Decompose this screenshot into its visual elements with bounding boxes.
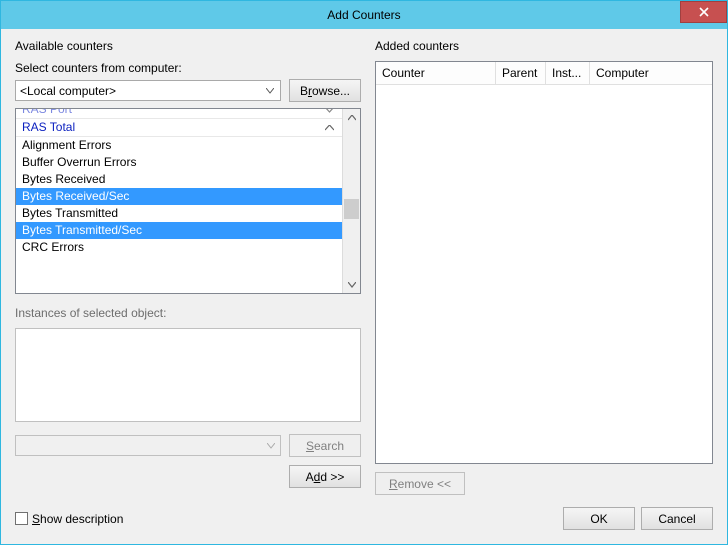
show-description-checkbox[interactable]: Show description bbox=[15, 512, 123, 526]
window-title: Add Counters bbox=[327, 8, 400, 22]
counter-item-selected[interactable]: Bytes Received/Sec bbox=[16, 188, 342, 205]
computer-combo[interactable]: <Local computer> bbox=[15, 80, 281, 101]
select-computer-label: Select counters from computer: bbox=[15, 61, 361, 75]
cancel-button[interactable]: Cancel bbox=[641, 507, 713, 530]
counter-group-ras-port[interactable]: RAS Port bbox=[16, 109, 342, 119]
instances-listbox[interactable] bbox=[15, 328, 361, 422]
chevron-down-icon bbox=[263, 83, 278, 98]
counter-item[interactable]: Bytes Received bbox=[16, 171, 342, 188]
added-counters-empty-area bbox=[376, 85, 712, 463]
column-headers: Counter Parent Inst... Computer bbox=[376, 62, 712, 85]
counter-category-listbox[interactable]: RAS Port RAS Total Alignment Errors bbox=[15, 108, 361, 294]
counter-item-selected[interactable]: Bytes Transmitted/Sec bbox=[16, 222, 342, 239]
col-header-instance[interactable]: Inst... bbox=[546, 62, 590, 84]
col-header-computer[interactable]: Computer bbox=[590, 62, 712, 84]
scroll-up-button[interactable] bbox=[343, 109, 360, 126]
search-button: Search bbox=[289, 434, 361, 457]
close-button[interactable] bbox=[680, 1, 727, 23]
chevron-down-icon bbox=[325, 109, 336, 113]
chevron-up-icon bbox=[325, 125, 336, 131]
show-description-label: Show description bbox=[32, 512, 123, 526]
computer-combo-text: <Local computer> bbox=[20, 84, 116, 98]
chevron-down-icon bbox=[263, 438, 278, 453]
counter-item[interactable]: Alignment Errors bbox=[16, 137, 342, 154]
instance-search-combo bbox=[15, 435, 281, 456]
add-counters-window: Add Counters Available counters Select c… bbox=[0, 0, 728, 545]
counter-item[interactable]: Bytes Transmitted bbox=[16, 205, 342, 222]
browse-button[interactable]: Browse... bbox=[289, 79, 361, 102]
titlebar: Add Counters bbox=[1, 1, 727, 29]
col-header-counter[interactable]: Counter bbox=[376, 62, 496, 84]
instances-label: Instances of selected object: bbox=[15, 306, 361, 320]
scrollbar[interactable] bbox=[342, 109, 360, 293]
ok-button[interactable]: OK bbox=[563, 507, 635, 530]
counter-group-ras-total[interactable]: RAS Total bbox=[16, 119, 342, 137]
available-counters-panel: Available counters Select counters from … bbox=[15, 39, 361, 495]
available-counters-label: Available counters bbox=[15, 39, 361, 53]
checkbox-box bbox=[15, 512, 28, 525]
added-counters-panel: Added counters Counter Parent Inst... Co… bbox=[375, 39, 713, 495]
remove-button: Remove << bbox=[375, 472, 465, 495]
scrollbar-thumb[interactable] bbox=[344, 199, 359, 219]
counter-item[interactable]: Buffer Overrun Errors bbox=[16, 154, 342, 171]
counter-item[interactable]: CRC Errors bbox=[16, 239, 342, 256]
added-counters-listview[interactable]: Counter Parent Inst... Computer bbox=[375, 61, 713, 464]
col-header-parent[interactable]: Parent bbox=[496, 62, 546, 84]
scroll-down-button[interactable] bbox=[343, 276, 360, 293]
close-icon bbox=[699, 7, 709, 17]
added-counters-label: Added counters bbox=[375, 39, 713, 53]
add-button[interactable]: Add >> bbox=[289, 465, 361, 488]
